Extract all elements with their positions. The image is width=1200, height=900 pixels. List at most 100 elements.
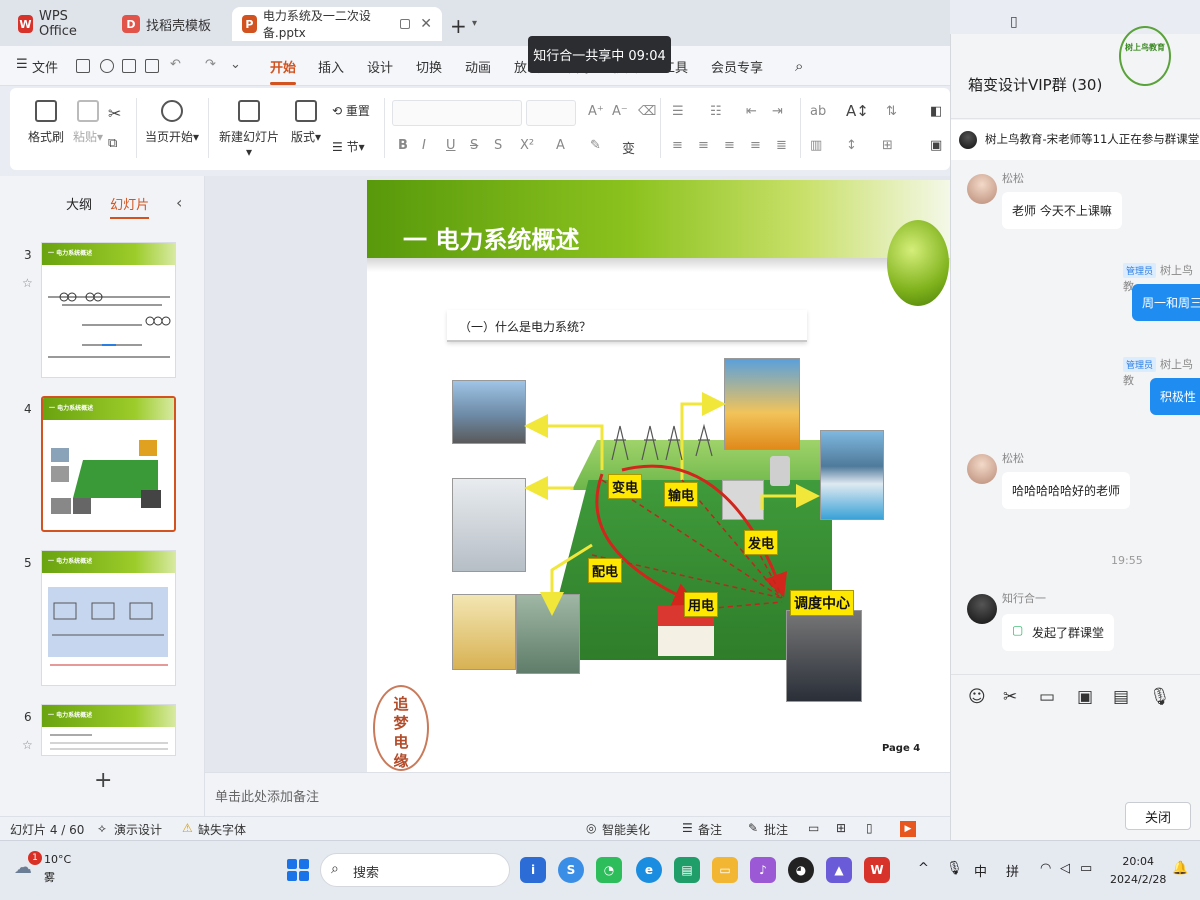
shadow-icon[interactable]: S (494, 138, 502, 153)
play-slideshow-icon[interactable]: ▶ (900, 821, 916, 837)
qq-icon[interactable]: ◕ (788, 857, 814, 883)
new-slide-button[interactable]: 新建幻灯片▾ (216, 100, 282, 159)
avatar[interactable] (967, 174, 997, 204)
power-system-diagram[interactable]: 变电 输电 发电 配电 用电 调度中心 (452, 358, 892, 715)
store-icon[interactable]: ▤ (674, 857, 700, 883)
format-painter-button[interactable]: 格式刷 (26, 100, 66, 145)
comments-toggle[interactable]: 批注 (764, 821, 788, 838)
layout-button[interactable]: 版式▾ (288, 100, 324, 145)
label-dispatch-center[interactable]: 调度中心 (790, 590, 854, 616)
justify-icon[interactable]: ≡ (750, 138, 761, 153)
font-family-select[interactable] (392, 100, 522, 126)
question-textbox[interactable]: （一）什么是电力系统？ (447, 310, 807, 342)
add-slide-button[interactable]: + (94, 768, 112, 793)
microphone-tray-icon[interactable]: 🎙 (946, 861, 963, 876)
italic-icon[interactable]: I (422, 138, 426, 153)
label-transform[interactable]: 变电 (608, 474, 643, 499)
slide-counter[interactable]: 幻灯片 4 / 60 (10, 821, 84, 838)
phonetic-icon[interactable]: 变 (622, 138, 635, 157)
strikethrough-icon[interactable]: S (470, 138, 478, 153)
highlight-icon[interactable]: ✎ (590, 138, 601, 153)
numbered-list-icon[interactable]: ☷ (710, 104, 722, 119)
chat-title[interactable]: 箱变设计VIP群 (30) (968, 74, 1102, 95)
arrange-icon[interactable]: ▣ (930, 138, 942, 153)
tab-pptx-document[interactable]: P 电力系统及一二次设备.pptx ✕ (232, 7, 442, 41)
menu-file[interactable]: 文件 (32, 57, 58, 76)
notes-input[interactable]: 单击此处添加备注 (205, 772, 950, 816)
print-preview-icon[interactable] (145, 59, 159, 73)
slide-thumbnail-6[interactable]: 一 电力系统概述 (41, 704, 176, 756)
menu-insert[interactable]: 插入 (318, 57, 344, 76)
undo-icon[interactable]: ↶ (170, 57, 181, 72)
group-class-banner[interactable]: 树上鸟教育-宋老师等11人正在参与群课堂 (951, 120, 1200, 160)
slide-thumbnail-5[interactable]: 一 电力系统概述 (41, 550, 176, 686)
chat-message[interactable]: 哈哈哈哈哈好的老师 (1002, 472, 1131, 509)
menu-transitions[interactable]: 切换 (416, 57, 442, 76)
save-icon[interactable] (76, 59, 90, 73)
split-view-icon[interactable]: ▯ (1010, 14, 1018, 30)
redo-icon[interactable]: ↷ (205, 57, 216, 72)
close-button[interactable]: 关闭 (1125, 802, 1191, 830)
decrease-indent-icon[interactable]: ⇤ (746, 104, 757, 119)
chat-message[interactable]: 积极性 (1150, 378, 1200, 415)
new-tab-icon[interactable]: + (450, 14, 467, 38)
collapse-panel-icon[interactable]: ‹ (176, 193, 182, 212)
bullet-list-icon[interactable]: ☰ (672, 104, 684, 119)
app-icon-ai[interactable]: ▲ (826, 857, 852, 883)
avatar[interactable] (967, 594, 997, 624)
print-icon[interactable] (122, 59, 136, 73)
text-direction-icon[interactable]: A↕ (846, 102, 869, 120)
slide-thumbnail-3[interactable]: 一 电力系统概述 (41, 242, 176, 378)
notification-icon[interactable]: 🔔 (1172, 861, 1188, 876)
microphone-icon[interactable]: 🎙 (1149, 687, 1171, 707)
align-left-icon[interactable]: ≡ (672, 138, 683, 153)
bold-icon[interactable]: B (398, 138, 408, 153)
system-clock[interactable]: 20:04 2024/2/28 (1110, 853, 1166, 889)
wechat-icon[interactable]: ◔ (596, 857, 622, 883)
smart-beautify-button[interactable]: 智能美化 (602, 821, 650, 838)
increase-indent-icon[interactable]: ⇥ (772, 104, 783, 119)
play-from-current-button[interactable]: 当页开始▾ (142, 100, 202, 145)
hamburger-menu-icon[interactable]: ☰ (16, 57, 28, 72)
star-icon[interactable]: ☆ (22, 738, 33, 752)
align-center-icon[interactable]: ≡ (698, 138, 709, 153)
font-grow-icon[interactable]: A⁺ (588, 104, 604, 119)
shapes-icon[interactable]: ◧ (930, 104, 942, 119)
font-size-select[interactable] (526, 100, 576, 126)
red-packet-icon[interactable]: ▤ (1113, 687, 1129, 707)
file-explorer-icon[interactable]: ▭ (712, 857, 738, 883)
section-button[interactable]: ☰ 节▾ (332, 138, 376, 155)
menu-home[interactable]: 开始 (270, 57, 297, 85)
columns-icon[interactable]: ▥ (810, 138, 822, 153)
screen-share-status[interactable]: 知行合一共享中 09:04 (528, 36, 671, 73)
slide-title[interactable]: 一 电力系统概述 (403, 220, 579, 255)
tab-outline[interactable]: 大纲 (66, 198, 92, 213)
chat-message[interactable]: 老师 今天不上课嘛 (1002, 192, 1122, 229)
label-consume[interactable]: 用电 (684, 592, 719, 617)
font-color-icon[interactable]: A (556, 138, 565, 153)
label-transmit[interactable]: 输电 (664, 482, 699, 507)
label-distribute[interactable]: 配电 (588, 558, 623, 583)
app-icon-1[interactable]: ⅰ (520, 857, 546, 883)
smart-art-icon[interactable]: ⊞ (882, 138, 893, 153)
edge-browser-icon[interactable]: e (636, 857, 662, 883)
superscript-icon[interactable]: X² (520, 138, 534, 153)
design-button[interactable]: 演示设计 (114, 821, 162, 838)
battery-icon[interactable]: ▭ (1080, 861, 1092, 876)
ime-mode[interactable]: 中 (974, 861, 987, 880)
clear-format-icon[interactable]: ⌫ (638, 104, 656, 119)
grid-view-icon[interactable]: ⊞ (836, 821, 846, 835)
start-button[interactable] (287, 859, 309, 881)
copy-icon[interactable]: ⧉ (108, 136, 117, 151)
folder-icon[interactable]: ▭ (1039, 687, 1055, 707)
star-icon[interactable]: ☆ (22, 276, 33, 290)
ime-pinyin[interactable]: 拼 (1006, 861, 1019, 880)
reading-view-icon[interactable]: ▯ (866, 821, 873, 835)
paste-button[interactable]: 粘贴▾ (68, 100, 108, 145)
text-box-icon[interactable]: ab (810, 104, 826, 119)
wifi-icon[interactable]: ◠ (1040, 861, 1051, 876)
quick-access-dropdown-icon[interactable]: ⌄ (230, 57, 241, 72)
tab-slides[interactable]: 幻灯片 (110, 198, 150, 219)
slide-thumbnail-4[interactable]: 一 电力系统概述 (41, 396, 176, 532)
underline-icon[interactable]: U (446, 138, 456, 153)
